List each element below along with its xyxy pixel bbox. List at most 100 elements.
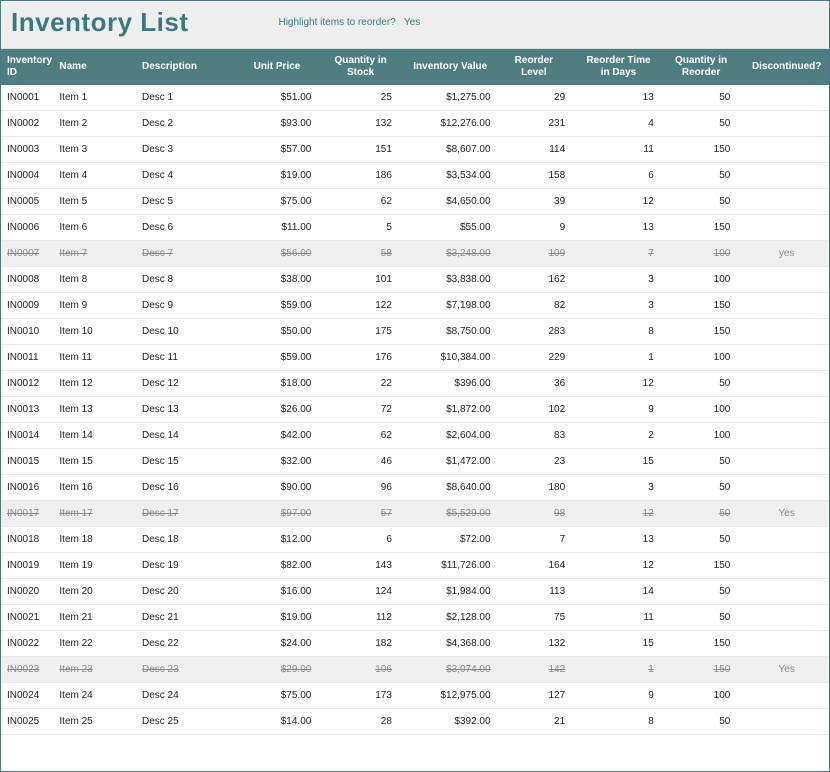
cell-discontinued: [744, 709, 829, 735]
cell-discontinued: [744, 293, 829, 319]
cell-inventory-id: IN0016: [1, 475, 55, 501]
cell-quantity-in-reorder: 150: [668, 631, 745, 657]
highlight-label: Highlight items to reorder?: [278, 17, 395, 28]
cell-inventory-value: $8,750.00: [406, 319, 499, 345]
cell-inventory-value: $5,529.00: [406, 501, 499, 527]
cell-reorder-time-days: 14: [579, 579, 668, 605]
table-row: IN0013Item 13Desc 13$26.0072$1,872.00102…: [1, 397, 829, 423]
cell-description: Desc 13: [138, 397, 239, 423]
cell-name: Item 3: [55, 137, 138, 163]
cell-inventory-id: IN0005: [1, 189, 55, 215]
cell-reorder-time-days: 7: [579, 241, 668, 267]
cell-reorder-time-days: 12: [579, 501, 668, 527]
cell-reorder-time-days: 13: [579, 527, 668, 553]
cell-description: Desc 17: [138, 501, 239, 527]
cell-reorder-level: 109: [499, 241, 580, 267]
cell-name: Item 18: [55, 527, 138, 553]
cell-reorder-level: 158: [499, 163, 580, 189]
cell-quantity-in-reorder: 50: [668, 189, 745, 215]
cell-reorder-level: 142: [499, 657, 580, 683]
cell-reorder-time-days: 8: [579, 709, 668, 735]
cell-name: Item 21: [55, 605, 138, 631]
cell-reorder-level: 132: [499, 631, 580, 657]
table-row: IN0019Item 19Desc 19$82.00143$11,726.001…: [1, 553, 829, 579]
cell-inventory-id: IN0020: [1, 579, 55, 605]
cell-description: Desc 21: [138, 605, 239, 631]
cell-discontinued: [744, 397, 829, 423]
table-body: IN0001Item 1Desc 1$51.0025$1,275.0029135…: [1, 85, 829, 735]
cell-inventory-id: IN0018: [1, 527, 55, 553]
cell-unit-price: $32.00: [239, 449, 326, 475]
cell-unit-price: $29.00: [239, 657, 326, 683]
cell-inventory-value: $392.00: [406, 709, 499, 735]
table-header: Inventory ID Name Description Unit Price…: [1, 49, 829, 85]
cell-unit-price: $14.00: [239, 709, 326, 735]
cell-unit-price: $42.00: [239, 423, 326, 449]
cell-discontinued: [744, 137, 829, 163]
cell-unit-price: $93.00: [239, 111, 326, 137]
table-row: IN0020Item 20Desc 20$16.00124$1,984.0011…: [1, 579, 829, 605]
cell-quantity-in-stock: 186: [325, 163, 406, 189]
cell-description: Desc 24: [138, 683, 239, 709]
cell-discontinued: [744, 579, 829, 605]
cell-discontinued: [744, 631, 829, 657]
cell-discontinued: [744, 267, 829, 293]
cell-reorder-level: 98: [499, 501, 580, 527]
cell-name: Item 7: [55, 241, 138, 267]
cell-quantity-in-reorder: 100: [668, 423, 745, 449]
cell-reorder-level: 231: [499, 111, 580, 137]
cell-name: Item 9: [55, 293, 138, 319]
cell-quantity-in-reorder: 100: [668, 683, 745, 709]
cell-inventory-value: $3,248.00: [406, 241, 499, 267]
cell-reorder-time-days: 12: [579, 553, 668, 579]
cell-name: Item 24: [55, 683, 138, 709]
inventory-table: Inventory ID Name Description Unit Price…: [1, 49, 829, 735]
cell-inventory-id: IN0015: [1, 449, 55, 475]
cell-quantity-in-reorder: 50: [668, 579, 745, 605]
cell-inventory-id: IN0017: [1, 501, 55, 527]
table-row: IN0017Item 17Desc 17$97.0057$5,529.00981…: [1, 501, 829, 527]
cell-inventory-id: IN0013: [1, 397, 55, 423]
cell-quantity-in-reorder: 150: [668, 215, 745, 241]
cell-quantity-in-stock: 143: [325, 553, 406, 579]
cell-description: Desc 6: [138, 215, 239, 241]
cell-reorder-time-days: 12: [579, 371, 668, 397]
cell-inventory-value: $3,838.00: [406, 267, 499, 293]
cell-inventory-value: $8,607.00: [406, 137, 499, 163]
cell-quantity-in-stock: 25: [325, 85, 406, 111]
cell-inventory-value: $8,640.00: [406, 475, 499, 501]
cell-inventory-value: $11,726.00: [406, 553, 499, 579]
cell-inventory-value: $1,472.00: [406, 449, 499, 475]
cell-quantity-in-reorder: 100: [668, 345, 745, 371]
cell-reorder-time-days: 8: [579, 319, 668, 345]
cell-name: Item 6: [55, 215, 138, 241]
cell-inventory-value: $2,128.00: [406, 605, 499, 631]
cell-quantity-in-stock: 112: [325, 605, 406, 631]
cell-description: Desc 3: [138, 137, 239, 163]
cell-description: Desc 1: [138, 85, 239, 111]
cell-unit-price: $18.00: [239, 371, 326, 397]
highlight-value: Yes: [404, 17, 420, 28]
cell-reorder-time-days: 11: [579, 605, 668, 631]
title-bar: Inventory List Highlight items to reorde…: [1, 1, 829, 49]
cell-reorder-level: 23: [499, 449, 580, 475]
col-reorder-level: Reorder Level: [499, 49, 580, 85]
cell-inventory-value: $4,650.00: [406, 189, 499, 215]
cell-unit-price: $56.00: [239, 241, 326, 267]
cell-reorder-level: 36: [499, 371, 580, 397]
cell-inventory-id: IN0023: [1, 657, 55, 683]
cell-quantity-in-stock: 122: [325, 293, 406, 319]
cell-inventory-value: $1,984.00: [406, 579, 499, 605]
table-row: IN0022Item 22Desc 22$24.00182$4,368.0013…: [1, 631, 829, 657]
cell-inventory-value: $55.00: [406, 215, 499, 241]
cell-inventory-id: IN0019: [1, 553, 55, 579]
cell-quantity-in-stock: 62: [325, 189, 406, 215]
cell-name: Item 4: [55, 163, 138, 189]
cell-reorder-level: 180: [499, 475, 580, 501]
cell-description: Desc 16: [138, 475, 239, 501]
cell-name: Item 25: [55, 709, 138, 735]
cell-description: Desc 9: [138, 293, 239, 319]
cell-description: Desc 5: [138, 189, 239, 215]
cell-quantity-in-stock: 46: [325, 449, 406, 475]
cell-reorder-level: 29: [499, 85, 580, 111]
